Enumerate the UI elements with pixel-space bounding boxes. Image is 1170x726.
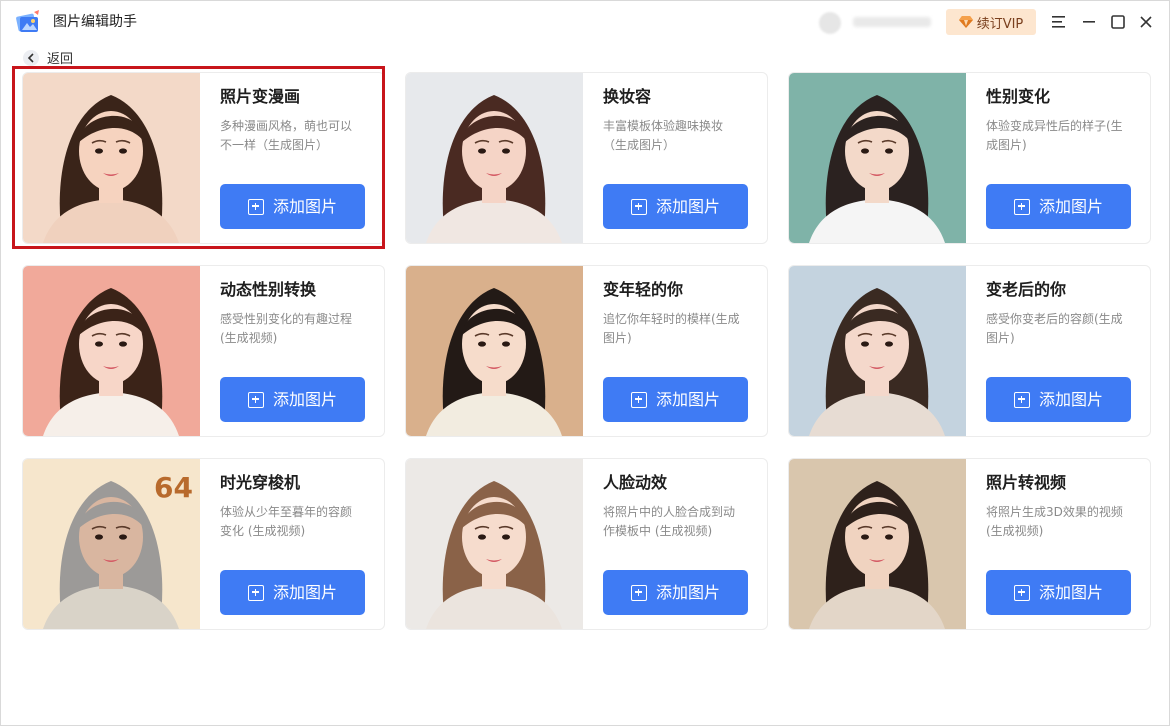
user-name-blurred[interactable] xyxy=(853,17,931,27)
maximize-icon xyxy=(1111,15,1125,29)
feature-card-2[interactable]: 换妆容 丰富模板体验趣味换妆（生成图片） 添加图片 xyxy=(405,72,768,244)
feature-title: 变年轻的你 xyxy=(603,280,684,299)
feature-thumbnail xyxy=(23,73,200,243)
chevron-left-icon xyxy=(23,50,39,66)
add-image-button[interactable]: 添加图片 xyxy=(603,184,748,229)
add-image-label: 添加图片 xyxy=(272,582,337,602)
feature-card-4[interactable]: 动态性别转换 感受性别变化的有趣过程(生成视频) 添加图片 xyxy=(22,265,385,437)
plus-square-icon xyxy=(630,391,647,408)
feature-thumbnail xyxy=(789,459,966,629)
feature-description: 将照片生成3D效果的视频 (生成视频) xyxy=(986,505,1123,538)
feature-title: 变老后的你 xyxy=(986,280,1067,299)
feature-card-5[interactable]: 变年轻的你 追忆你年轻时的模样(生成图片) 添加图片 xyxy=(405,265,768,437)
feature-card-9[interactable]: 照片转视频 将照片生成3D效果的视频 (生成视频) 添加图片 xyxy=(788,458,1151,630)
feature-title: 照片变漫画 xyxy=(220,87,301,106)
portrait-illustration xyxy=(406,459,583,629)
user-avatar[interactable] xyxy=(819,12,841,34)
plus-square-icon xyxy=(630,584,647,601)
add-image-button[interactable]: 添加图片 xyxy=(220,377,365,422)
add-image-label: 添加图片 xyxy=(272,196,337,216)
add-image-label: 添加图片 xyxy=(1038,582,1103,602)
feature-description: 感受你变老后的容颜(生成图片) xyxy=(986,312,1123,345)
feature-card-8[interactable]: 人脸动效 将照片中的人脸合成到动作模板中 (生成视频) 添加图片 xyxy=(405,458,768,630)
feature-description: 将照片中的人脸合成到动作模板中 (生成视频) xyxy=(603,505,736,538)
feature-title: 人脸动效 xyxy=(603,473,668,492)
portrait-illustration xyxy=(789,459,966,629)
plus-square-icon xyxy=(1013,391,1030,408)
feature-description: 追忆你年轻时的模样(生成图片) xyxy=(603,312,740,345)
feature-thumbnail xyxy=(406,73,583,243)
add-image-button[interactable]: 添加图片 xyxy=(986,377,1131,422)
feature-title: 换妆容 xyxy=(603,87,652,106)
portrait-illustration xyxy=(406,73,583,243)
plus-square-icon xyxy=(630,198,647,215)
add-image-button[interactable]: 添加图片 xyxy=(220,184,365,229)
menu-icon xyxy=(1052,16,1065,28)
minimize-button[interactable] xyxy=(1079,12,1099,32)
minimize-icon xyxy=(1083,21,1095,23)
feature-thumbnail xyxy=(789,266,966,436)
portrait-illustration xyxy=(23,266,200,436)
add-image-button[interactable]: 添加图片 xyxy=(986,184,1131,229)
plus-square-icon xyxy=(1013,584,1030,601)
feature-thumbnail xyxy=(789,73,966,243)
back-label: 返回 xyxy=(47,51,74,67)
feature-card-7[interactable]: 64 时光穿梭机 体验从少年至暮年的容颜变化 (生成视频) 添加图片 xyxy=(22,458,385,630)
app-logo-icon xyxy=(15,10,41,34)
feature-description: 多种漫画风格，萌也可以不一样（生成图片） xyxy=(220,119,353,152)
plus-square-icon xyxy=(247,198,264,215)
feature-title: 时光穿梭机 xyxy=(220,473,301,492)
feature-card-1[interactable]: 照片变漫画 多种漫画风格，萌也可以不一样（生成图片） 添加图片 xyxy=(22,72,385,244)
app-window: 图片编辑助手 续订VIP 返回 照片变漫画 多种漫画风格，萌也可以不一样（生成图… xyxy=(0,0,1170,726)
plus-square-icon xyxy=(247,584,264,601)
menu-button[interactable] xyxy=(1049,12,1069,32)
feature-description: 体验从少年至暮年的容颜变化 (生成视频) xyxy=(220,505,353,538)
feature-card-3[interactable]: 性别变化 体验变成异性后的样子(生成图片) 添加图片 xyxy=(788,72,1151,244)
add-image-label: 添加图片 xyxy=(272,389,337,409)
feature-thumbnail xyxy=(406,459,583,629)
close-button[interactable] xyxy=(1136,12,1156,32)
diamond-icon xyxy=(958,13,973,32)
feature-description: 体验变成异性后的样子(生成图片) xyxy=(986,119,1123,152)
feature-title: 动态性别转换 xyxy=(220,280,317,299)
plus-square-icon xyxy=(247,391,264,408)
feature-title: 照片转视频 xyxy=(986,473,1067,492)
feature-grid: 照片变漫画 多种漫画风格，萌也可以不一样（生成图片） 添加图片 换妆容 丰富模板… xyxy=(22,72,1152,630)
add-image-button[interactable]: 添加图片 xyxy=(986,570,1131,615)
feature-title: 性别变化 xyxy=(986,87,1051,106)
close-icon xyxy=(1140,16,1152,28)
portrait-illustration xyxy=(789,73,966,243)
add-image-button[interactable]: 添加图片 xyxy=(220,570,365,615)
maximize-button[interactable] xyxy=(1108,12,1128,32)
add-image-label: 添加图片 xyxy=(655,582,720,602)
app-title: 图片编辑助手 xyxy=(53,14,137,30)
feature-thumbnail: 64 xyxy=(23,459,200,629)
feature-description: 丰富模板体验趣味换妆（生成图片） xyxy=(603,119,724,152)
add-image-label: 添加图片 xyxy=(655,389,720,409)
add-image-button[interactable]: 添加图片 xyxy=(603,570,748,615)
portrait-illustration xyxy=(789,266,966,436)
feature-thumbnail xyxy=(23,266,200,436)
feature-description: 感受性别变化的有趣过程(生成视频) xyxy=(220,312,353,345)
portrait-illustration: 64 xyxy=(23,459,200,629)
add-image-label: 添加图片 xyxy=(1038,389,1103,409)
feature-thumbnail xyxy=(406,266,583,436)
age-badge: 64 xyxy=(154,471,193,504)
renew-vip-button[interactable]: 续订VIP xyxy=(946,9,1036,35)
add-image-button[interactable]: 添加图片 xyxy=(603,377,748,422)
portrait-illustration xyxy=(406,266,583,436)
title-bar[interactable]: 图片编辑助手 续订VIP xyxy=(1,1,1169,43)
feature-card-6[interactable]: 变老后的你 感受你变老后的容颜(生成图片) 添加图片 xyxy=(788,265,1151,437)
vip-label: 续订VIP xyxy=(976,16,1024,32)
back-button[interactable]: 返回 xyxy=(23,48,73,68)
add-image-label: 添加图片 xyxy=(1038,196,1103,216)
plus-square-icon xyxy=(1013,198,1030,215)
add-image-label: 添加图片 xyxy=(655,196,720,216)
portrait-illustration xyxy=(23,73,200,243)
